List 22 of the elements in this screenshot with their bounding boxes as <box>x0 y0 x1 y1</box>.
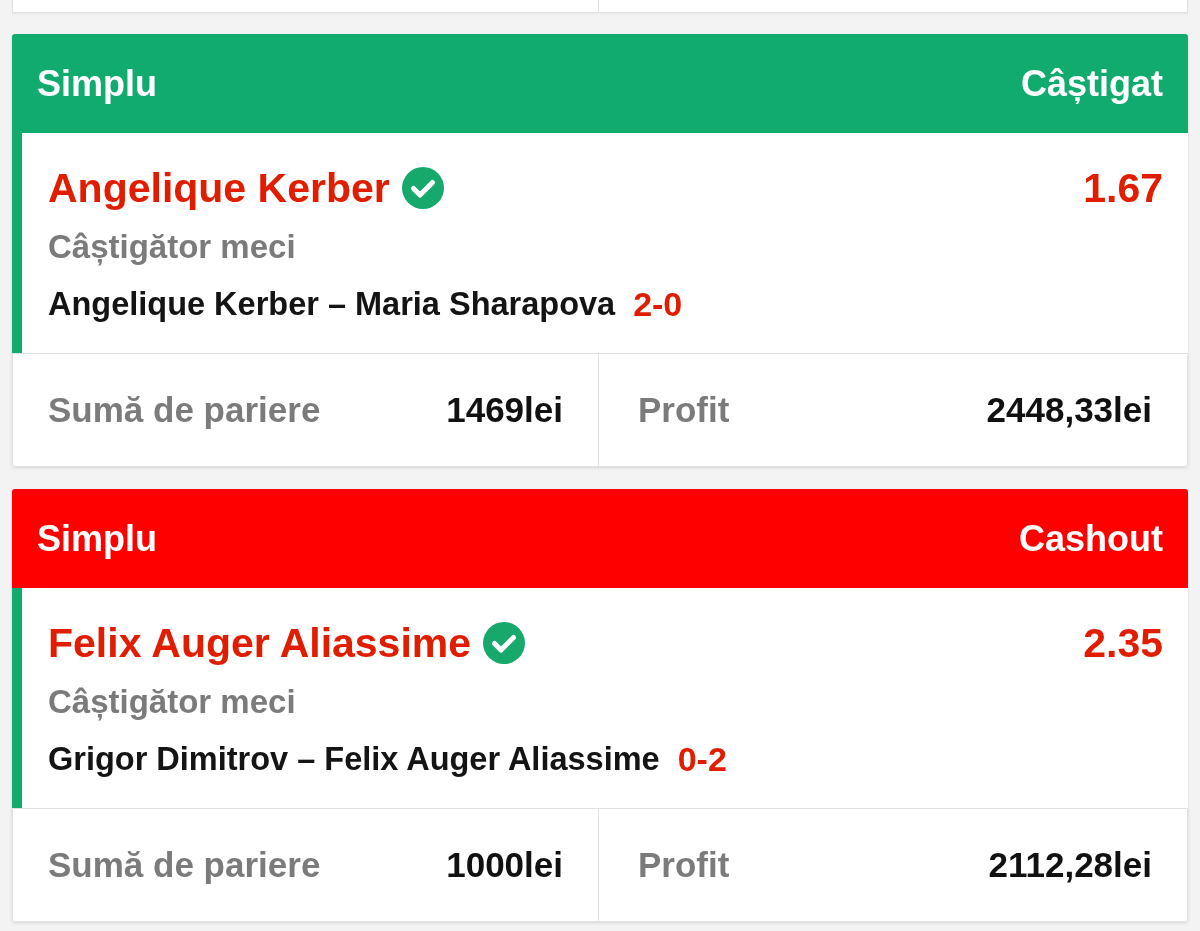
bet-status: Cashout <box>1019 517 1163 560</box>
bet-type: Simplu <box>37 517 157 560</box>
bet-type: Simplu <box>37 62 157 105</box>
odds: 2.35 <box>1083 619 1163 667</box>
market-name: Câștigător meci <box>48 227 296 267</box>
odds: 1.67 <box>1083 164 1163 212</box>
match-name: Grigor Dimitrov – Felix Auger Aliassime <box>48 740 660 778</box>
stake-label: Sumă de pariere <box>48 390 321 430</box>
selection-name: Felix Auger Aliassime <box>48 619 472 667</box>
selection-name: Angelique Kerber <box>48 164 390 212</box>
match-score: 0-2 <box>677 739 727 779</box>
profit-label: Profit <box>638 845 730 885</box>
market-name: Câștigător meci <box>48 682 296 722</box>
match-score: 2-0 <box>633 284 683 324</box>
bet-status: Câștigat <box>1020 62 1163 105</box>
stake-label: Sumă de pariere <box>48 845 321 885</box>
stake-value: 1469lei <box>446 390 563 430</box>
match-name: Angelique Kerber – Maria Sharapova <box>48 285 616 323</box>
profit-label: Profit <box>638 390 730 430</box>
stake-value: 1000lei <box>446 845 563 885</box>
profit-value: 2112,28lei <box>988 845 1152 885</box>
profit-value: 2448,33lei <box>986 390 1152 430</box>
